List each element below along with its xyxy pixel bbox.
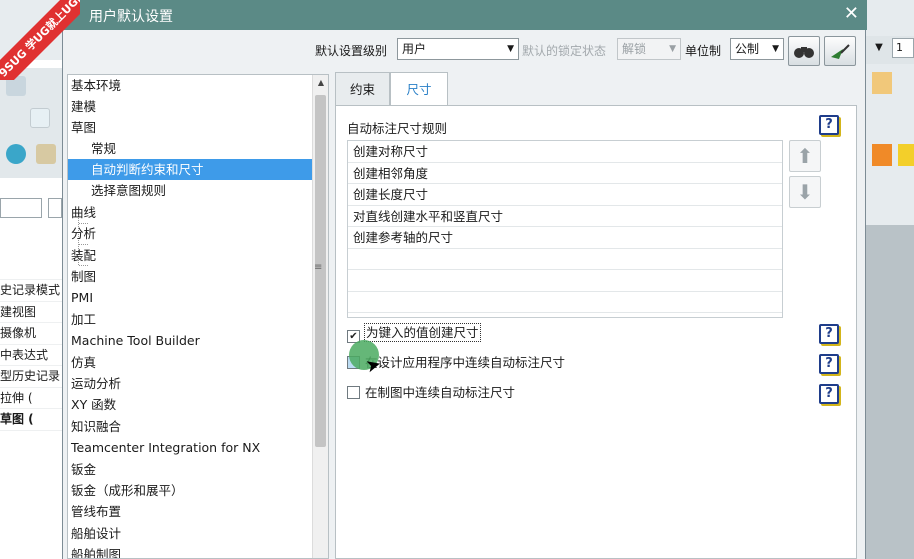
chevron-down-icon: ▼ <box>772 44 779 54</box>
tree-item[interactable]: 钣金 <box>68 459 96 480</box>
tree-item[interactable]: 知识融合 <box>68 416 121 437</box>
tree-item[interactable]: 常规 <box>68 138 116 159</box>
help-icon[interactable]: ? <box>819 384 839 404</box>
level-label: 默认设置级别 <box>315 44 388 58</box>
tree-item[interactable]: Teamcenter Integration for NX <box>68 437 260 458</box>
tree-item-selected[interactable]: 自动判断约束和尺寸 <box>68 159 313 180</box>
tree-item[interactable]: Machine Tool Builder <box>68 330 200 351</box>
list-item[interactable] <box>0 228 62 280</box>
list-item[interactable]: 建视图 <box>0 302 62 323</box>
dialog-title: 用户默认设置 <box>89 9 173 25</box>
list-item[interactable]: 史记录模式 <box>0 280 62 302</box>
tree-item[interactable]: 钣金（成形和展平） <box>68 480 184 501</box>
background-tool-area <box>0 68 62 178</box>
user-defaults-dialog: 用户默认设置 ✕ 默认设置级别 用户 ▼ 默认的锁定状态 解锁 ▼ 单位制 公制… <box>62 0 867 559</box>
arrow-down-icon: ⬇ <box>796 180 814 204</box>
checkbox-label: 在设计应用程序中连续自动标注尺寸 <box>365 355 566 370</box>
chevron-down-icon: ▼ <box>507 44 514 54</box>
tree-item[interactable]: 船舶设计 <box>68 523 121 544</box>
tree-item[interactable]: 运动分析 <box>68 373 121 394</box>
tree-scrollbar[interactable]: ▲ <box>312 75 328 558</box>
close-icon[interactable]: ✕ <box>844 3 859 24</box>
scroll-up-icon[interactable]: ▲ <box>313 75 328 91</box>
tab-constraints[interactable]: 约束 <box>335 72 390 106</box>
tree-item[interactable]: 仿真 <box>68 352 96 373</box>
dimensions-panel: 自动标注尺寸规则 ? 创建对称尺寸 创建相邻角度 创建长度尺寸 对直线创建水平和… <box>335 105 857 559</box>
sketch-icon[interactable] <box>6 76 26 96</box>
help-icon[interactable]: ? <box>819 354 839 374</box>
tree-item[interactable]: 船舶制图 <box>68 544 121 558</box>
yellow-swatch-icon[interactable] <box>898 144 914 166</box>
lock-label: 默认的锁定状态 <box>522 44 607 58</box>
tree-item[interactable]: XY 函数 <box>68 394 116 415</box>
tree-item[interactable]: 管线布置 <box>68 501 121 522</box>
background-field[interactable]: 1 <box>892 38 914 58</box>
list-item[interactable]: 摄像机 <box>0 323 62 345</box>
manage-button[interactable] <box>824 36 856 66</box>
tree-item[interactable]: 基本环境 <box>68 75 121 96</box>
lock-select[interactable]: 解锁 ▼ <box>617 38 681 60</box>
tree-item[interactable]: 建模 <box>68 96 96 117</box>
chevron-down-icon: ▼ <box>669 44 676 54</box>
list-item[interactable]: 草图 ( <box>0 409 62 431</box>
orange-swatch-icon[interactable] <box>872 144 892 166</box>
list-item <box>348 292 782 313</box>
tree-item[interactable]: 曲线 <box>68 202 96 223</box>
curve-icon[interactable] <box>30 108 50 128</box>
tree-item[interactable]: 装配 <box>68 245 96 266</box>
help-icon[interactable]: ? <box>819 324 839 344</box>
tree-item[interactable]: 草图 <box>68 117 96 138</box>
list-item[interactable]: 中表达式 <box>0 345 62 366</box>
unit-value: 公制 <box>735 42 760 56</box>
category-tree: 基本环境 建模 草图 常规 自动判断约束和尺寸 选择意图规则 曲线 分析 装配 … <box>67 74 329 559</box>
view-icon[interactable] <box>6 144 26 164</box>
background-combo[interactable] <box>0 198 42 218</box>
list-item[interactable]: 创建长度尺寸 <box>348 184 782 206</box>
background-toolbar <box>0 0 62 60</box>
tree-item[interactable]: 分析 <box>68 223 96 244</box>
list-item <box>348 249 782 270</box>
checkbox-continuous-auto-dim-drafting[interactable]: 在制图中连续自动标注尺寸 <box>347 382 515 404</box>
list-item[interactable]: 创建参考轴的尺寸 <box>348 227 782 249</box>
part-navigator-list: 史记录模式 建视图 摄像机 中表达式 型历史记录 拉伸 ( 草图 ( <box>0 228 62 431</box>
checkbox-label: 为键入的值创建尺寸 <box>364 323 481 342</box>
list-item[interactable]: 对直线创建水平和竖直尺寸 <box>348 206 782 227</box>
shape-icon[interactable] <box>872 72 892 94</box>
dialog-titlebar[interactable]: 用户默认设置 ✕ <box>63 0 867 30</box>
list-item[interactable]: 创建对称尺寸 <box>348 141 782 163</box>
background-combo-2[interactable] <box>48 198 62 218</box>
checkbox[interactable] <box>347 386 360 399</box>
tab-dimensions[interactable]: 尺寸 <box>390 72 448 107</box>
tree-item[interactable]: 选择意图规则 <box>68 180 166 201</box>
move-down-button[interactable]: ⬇ <box>789 176 821 208</box>
pane-splitter-icon[interactable]: ≡ <box>314 262 322 273</box>
arrow-tool-icon <box>831 44 850 59</box>
tool-icon[interactable] <box>36 144 56 164</box>
level-select[interactable]: 用户 ▼ <box>397 38 519 60</box>
list-item[interactable]: 型历史记录 <box>0 366 62 388</box>
tree-item[interactable]: 加工 <box>68 309 96 330</box>
list-item[interactable]: 创建相邻角度 <box>348 163 782 184</box>
lock-value: 解锁 <box>622 42 647 56</box>
auto-dimension-rules-label: 自动标注尺寸规则 <box>347 121 448 136</box>
graphics-window <box>866 225 914 559</box>
rules-list: 创建对称尺寸 创建相邻角度 创建长度尺寸 对直线创建水平和竖直尺寸 创建参考轴的… <box>347 140 783 318</box>
move-up-button[interactable]: ⬆ <box>789 140 821 172</box>
tree-item[interactable]: PMI <box>68 287 93 308</box>
list-item <box>348 270 782 292</box>
arrow-up-icon: ⬆ <box>796 144 814 168</box>
help-icon[interactable]: ? <box>819 115 839 135</box>
tree-item[interactable]: 制图 <box>68 266 96 287</box>
dialog-toolbar: 默认设置级别 用户 ▼ 默认的锁定状态 解锁 ▼ 单位制 公制 ▼ <box>63 34 867 66</box>
unit-select[interactable]: 公制 ▼ <box>730 38 784 60</box>
unit-label: 单位制 <box>685 44 722 58</box>
background-app-left: 史记录模式 建视图 摄像机 中表达式 型历史记录 拉伸 ( 草图 ( <box>0 0 62 559</box>
find-button[interactable] <box>788 36 820 66</box>
list-item[interactable]: 拉伸 ( <box>0 388 62 409</box>
chevron-down-icon[interactable]: ▼ <box>870 38 888 58</box>
level-value: 用户 <box>402 42 427 56</box>
checkbox-label: 在制图中连续自动标注尺寸 <box>365 385 516 400</box>
binoculars-icon <box>794 47 814 58</box>
background-app-right: ▼ 1 <box>866 0 914 559</box>
